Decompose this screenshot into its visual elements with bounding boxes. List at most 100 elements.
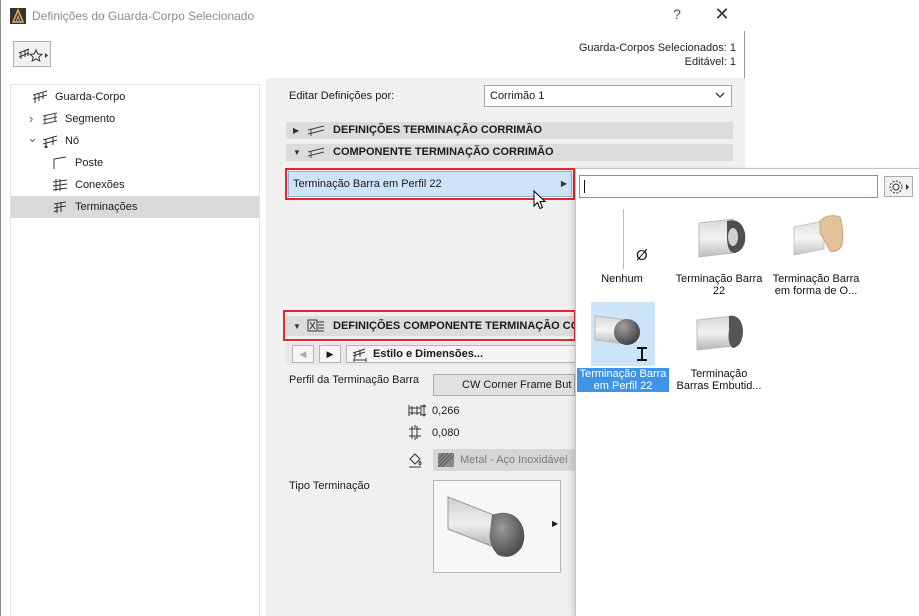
prev-page-button[interactable]: ◀ (292, 345, 314, 363)
termination-library-popup: Ø Nenhum Terminação Barra 22 Terminação … (575, 168, 919, 616)
paint-bucket-icon (409, 453, 422, 468)
library-item-label: Nenhum (576, 273, 668, 285)
component-settings-icon (307, 319, 324, 332)
library-item-label-line1: Terminação Barra (675, 273, 763, 285)
tree-item-connections[interactable]: Conexões (11, 174, 259, 196)
bar-end-22-thumbnail (698, 218, 746, 258)
library-search-input[interactable] (579, 175, 878, 198)
railing-end-icon (307, 147, 325, 158)
ends-icon (53, 201, 67, 213)
selected-count: Guarda-Corpos Selecionados: 1 (578, 42, 736, 54)
termination-picker[interactable]: Terminação Barra em Perfil 22 ▶ (288, 171, 572, 197)
library-item-label-line1: Terminação (690, 368, 748, 380)
bar-end-o-shape-thumbnail (793, 215, 844, 256)
library-item-label: Terminação Barra 22 (673, 273, 765, 297)
chevron-right-icon: ▶ (552, 519, 559, 528)
tree-item-label: Terminações (75, 201, 138, 213)
edit-by-value: Corrimão 1 (490, 90, 545, 102)
star-icon (28, 48, 44, 63)
railing-small-icon (18, 48, 30, 59)
library-item-label-line1: Nenhum (601, 273, 643, 285)
section-termination-settings[interactable]: ▶ DEFINIÇÕES TERMINAÇÃO CORRIMÃO (286, 122, 733, 139)
tree-item-post[interactable]: Poste (11, 152, 259, 174)
tree-item-label: Poste (75, 157, 104, 169)
style-dimensions-button[interactable]: Estilo e Dimensões... (346, 345, 576, 363)
tree-item-node[interactable]: ⌄ Nó (11, 130, 259, 152)
profile-end-22-thumbnail (591, 302, 655, 366)
library-item-label-line1: Terminação Barra (772, 273, 860, 285)
rounded-end-preview-image (447, 496, 525, 557)
expand-arrow-icon: ▶ (293, 126, 300, 135)
library-item-label-line2: em Perfil 22 (593, 380, 653, 392)
library-item-label-line1: Terminação Barra (579, 368, 667, 380)
settings-tree: Guarda-Corpo › Segmento ⌄ Nó Poste Conex… (10, 84, 260, 616)
height-value[interactable]: 0,080 (432, 427, 460, 439)
library-item-label: Terminação Barra em Perfil 22 (577, 368, 669, 392)
section-component-settings[interactable]: ▼ DEFINIÇÕES COMPONENTE TERMINAÇÃO COR (286, 316, 574, 336)
section-termination-component[interactable]: ▼ COMPONENTE TERMINAÇÃO CORRIMÃO (286, 144, 733, 161)
library-item-bar-end-o-shape[interactable]: Terminação Barra em forma de O... (770, 209, 862, 305)
favorites-button[interactable] (13, 41, 51, 67)
chevron-right-icon (45, 53, 48, 58)
material-field[interactable]: Metal - Aço Inoxidável (433, 449, 575, 471)
tree-item-terminations[interactable]: Terminações (11, 196, 259, 218)
library-item-label: Terminação Barra em forma de O... (770, 273, 862, 297)
profile-label: Perfil da Terminação Barra (289, 374, 420, 386)
edit-by-select[interactable]: Corrimão 1 (484, 85, 732, 107)
none-thumbnail: Ø (590, 209, 654, 273)
library-item-profile-end-22[interactable]: Terminação Barra em Perfil 22 (577, 302, 669, 398)
library-item-none[interactable]: Ø Nenhum (576, 209, 668, 305)
dimensions-icon (352, 348, 367, 362)
tree-item-label: Guarda-Corpo (55, 91, 126, 103)
app-logo-icon (10, 8, 26, 24)
editable-count: Editável: 1 (684, 56, 736, 68)
tree-item-label: Conexões (75, 179, 125, 191)
style-dimensions-label: Estilo e Dimensões... (373, 348, 484, 360)
mouse-cursor-icon (533, 190, 547, 210)
edit-by-label: Editar Definições por: (289, 90, 395, 102)
chevron-down-icon (715, 92, 725, 98)
connections-icon (52, 179, 68, 191)
collapse-arrow-icon[interactable]: ⌄ (27, 127, 38, 149)
empty-set-icon: Ø (636, 247, 648, 264)
section-title: COMPONENTE TERMINAÇÃO CORRIMÃO (333, 146, 554, 158)
tree-item-segment[interactable]: › Segmento (11, 108, 259, 130)
termination-type-label: Tipo Terminação (289, 480, 370, 492)
chevron-right-icon: ▶ (560, 179, 567, 188)
library-item-label: Terminação Barras Embutid... (673, 368, 765, 392)
profile-select-button[interactable]: CW Corner Frame But (433, 374, 575, 396)
section-title: DEFINIÇÕES COMPONENTE TERMINAÇÃO COR (333, 320, 574, 332)
selection-info: Guarda-Corpos Selecionados: 1 Editável: … (579, 41, 736, 69)
tree-item-label: Segmento (65, 113, 116, 125)
library-settings-button[interactable] (884, 176, 913, 197)
library-item-label-line2: em forma de O... (774, 285, 858, 297)
width-value[interactable]: 0,266 (432, 405, 460, 417)
divider-line (623, 209, 624, 269)
segment-icon (42, 112, 58, 125)
library-item-embedded-bars-end[interactable]: Terminação Barras Embutid... (673, 304, 765, 400)
text-caret (584, 180, 585, 193)
node-icon (42, 135, 58, 148)
termination-type-preview[interactable]: ▶ (433, 480, 561, 573)
close-button[interactable]: ✕ (712, 4, 732, 24)
termination-picker-value: Terminação Barra em Perfil 22 (293, 178, 442, 190)
gear-icon (889, 180, 909, 194)
library-item-label-line2: 22 (712, 285, 726, 297)
help-button[interactable]: ? (669, 6, 685, 24)
tree-item-label: Nó (65, 135, 80, 147)
railing-icon (32, 90, 48, 103)
window-title: Definições do Guarda-Corpo Selecionado (32, 9, 255, 23)
height-dimension-icon (409, 425, 421, 440)
collapse-arrow-icon: ▼ (293, 322, 301, 331)
post-icon (53, 156, 67, 169)
material-value: Metal - Aço Inoxidável (460, 454, 568, 466)
library-item-label-line2: Barras Embutid... (676, 380, 762, 392)
tree-item-railing[interactable]: Guarda-Corpo (11, 86, 259, 108)
title-bar: Definições do Guarda-Corpo Selecionado ?… (1, 0, 745, 31)
library-item-bar-end-22[interactable]: Terminação Barra 22 (673, 209, 765, 305)
splitter[interactable] (266, 78, 276, 616)
collapse-arrow-icon: ▼ (293, 148, 301, 157)
next-page-button[interactable]: ▶ (319, 345, 341, 363)
width-dimension-icon (408, 404, 427, 417)
railing-end-icon (307, 125, 325, 136)
